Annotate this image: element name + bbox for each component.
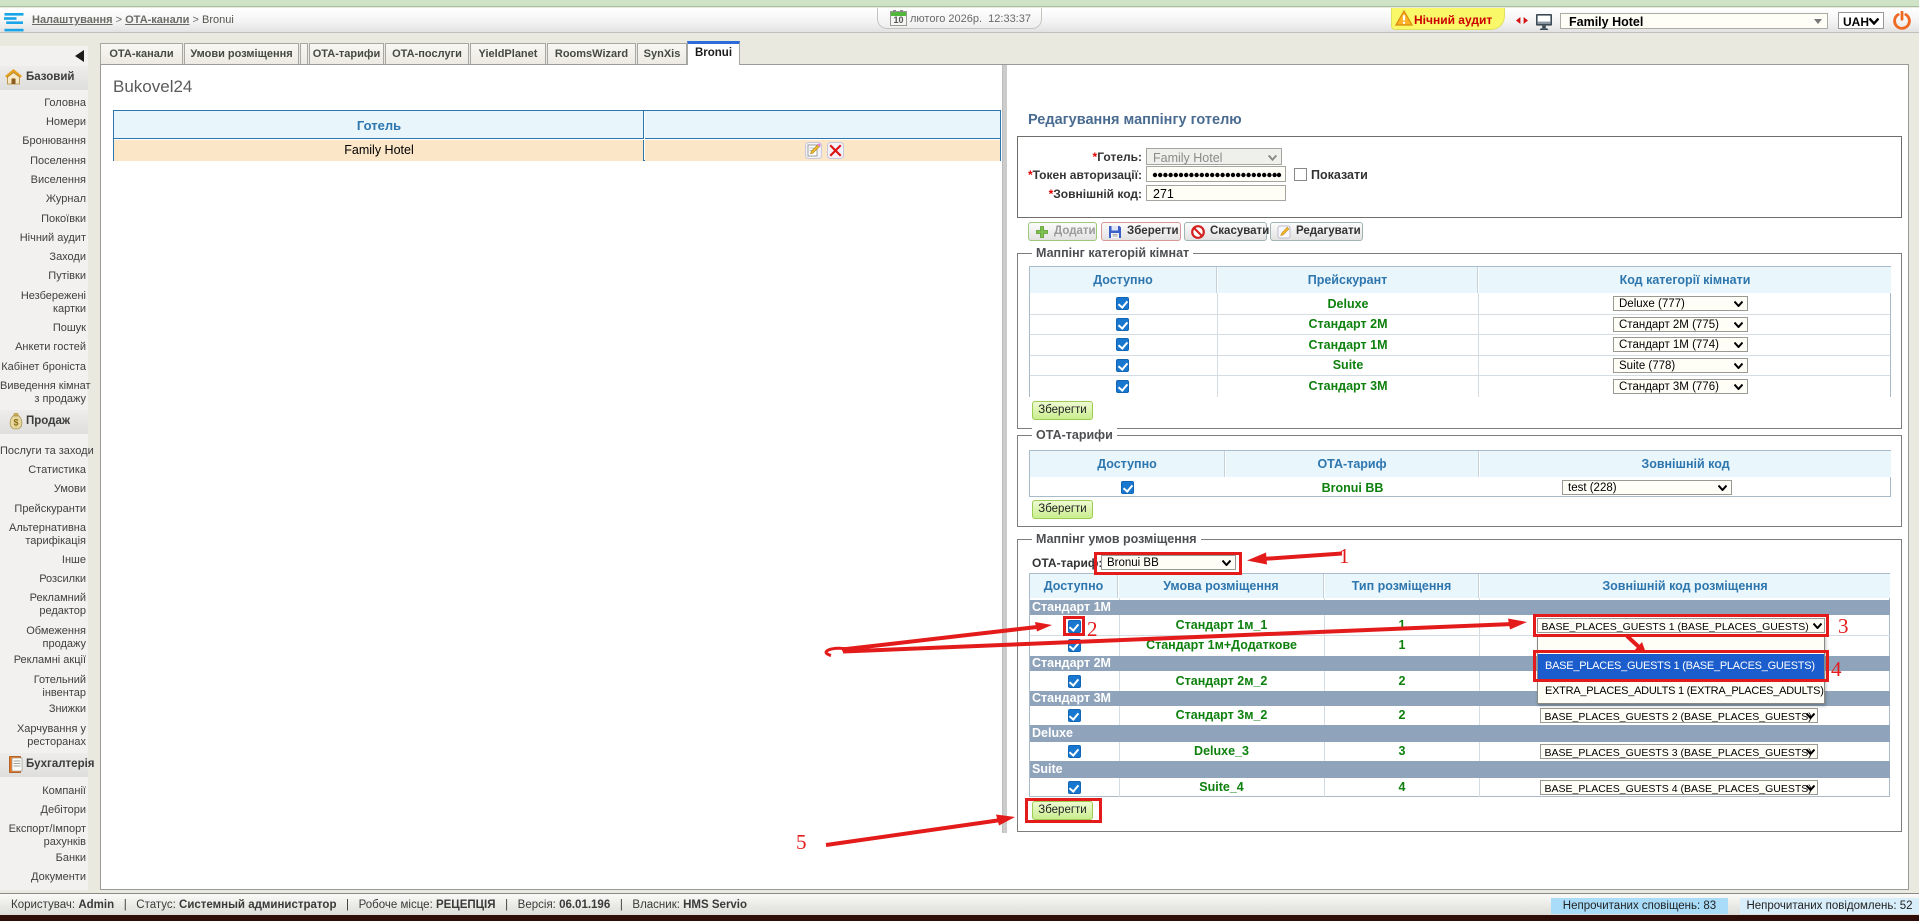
svg-text:$: $ [13,418,18,428]
svg-text:10: 10 [893,15,903,25]
